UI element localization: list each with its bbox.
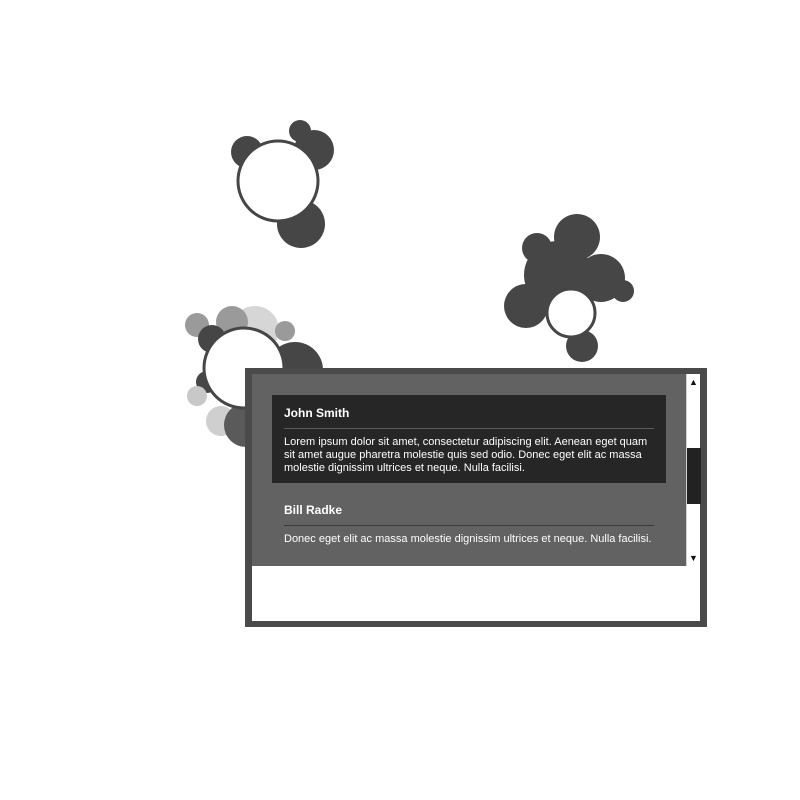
comment-author: Bill Radke xyxy=(284,492,654,526)
list-item[interactable]: Bill Radke Donec eget elit ac massa mole… xyxy=(272,492,666,558)
bubble-cluster-2 xyxy=(504,214,634,362)
vertical-scrollbar[interactable]: ▲ ▼ xyxy=(686,374,701,566)
comment-author: John Smith xyxy=(284,395,654,429)
bubble xyxy=(612,280,634,302)
list-item[interactable]: John Smith Lorem ipsum dolor sit amet, c… xyxy=(272,395,666,483)
comment-list-panel: John Smith Lorem ipsum dolor sit amet, c… xyxy=(245,368,707,627)
scroll-thumb[interactable] xyxy=(687,448,701,504)
comment-list[interactable]: John Smith Lorem ipsum dolor sit amet, c… xyxy=(252,374,686,566)
panel-body: John Smith Lorem ipsum dolor sit amet, c… xyxy=(252,374,701,621)
bubble-cluster-1 xyxy=(231,120,334,248)
scroll-down-icon[interactable]: ▼ xyxy=(687,551,700,565)
bubble xyxy=(187,386,207,406)
bubble xyxy=(545,287,597,339)
bubble xyxy=(275,321,295,341)
bubble xyxy=(236,139,320,223)
comment-text: Lorem ipsum dolor sit amet, consectetur … xyxy=(284,436,648,474)
bubble xyxy=(504,284,548,328)
comment-text: Donec eget elit ac massa molestie dignis… xyxy=(284,533,652,545)
scroll-up-icon[interactable]: ▲ xyxy=(687,375,700,389)
